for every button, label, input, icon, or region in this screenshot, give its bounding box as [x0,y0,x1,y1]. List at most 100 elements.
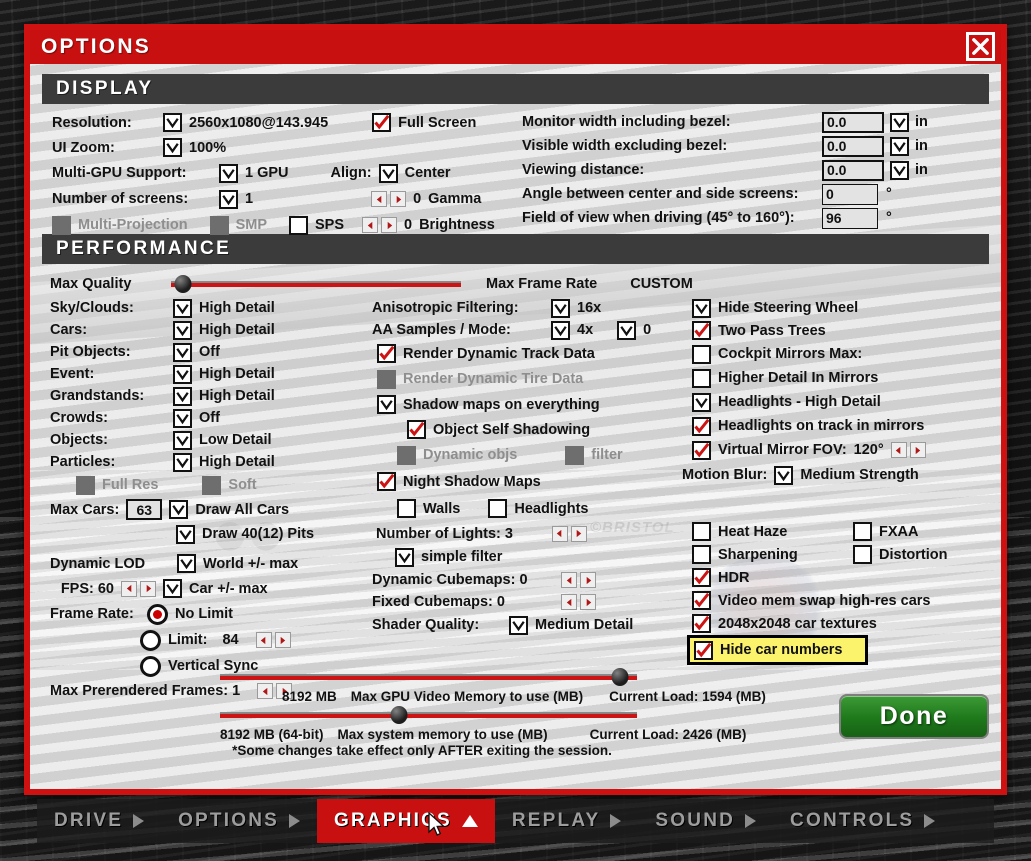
brightness-increment-button[interactable] [381,217,397,233]
pit-objects-dropdown[interactable] [173,342,192,362]
limit-increment-button[interactable] [274,632,291,648]
sps-checkbox[interactable] [288,215,308,235]
aa-mode-dropdown[interactable] [617,320,637,340]
object-self-shadowing-checkbox[interactable] [407,420,426,439]
tab-replay[interactable]: REPLAY [495,799,639,843]
max-quality-slider[interactable] [171,274,461,293]
align-dropdown[interactable] [378,163,398,183]
gamma-increment-button[interactable] [390,191,407,207]
lights-decrement-button[interactable] [551,525,568,542]
close-button[interactable] [966,32,995,61]
slider-knob[interactable] [174,274,192,293]
fixed-cubemaps-increment-button[interactable] [580,594,596,610]
limit-decrement-button[interactable] [255,632,272,648]
dynamic-cubemaps-decrement-button[interactable] [561,572,577,588]
higher-detail-mirrors-checkbox[interactable] [692,368,711,388]
dynamic-cubemaps-increment-button[interactable] [580,572,596,588]
gpu-memory-slider[interactable] [220,668,637,686]
particles-dropdown[interactable] [173,452,192,472]
headlights-shadow-checkbox[interactable] [488,499,508,518]
number-of-lights-spinner[interactable] [551,525,587,542]
world-lod-checkbox[interactable] [177,554,196,573]
gpu-slider-knob[interactable] [611,668,629,686]
headlights-high-detail-checkbox[interactable] [692,392,711,412]
two-pass-trees-checkbox[interactable] [692,321,711,340]
hdr-label: HDR [718,569,750,586]
objects-dropdown[interactable] [173,430,192,450]
distortion-checkbox[interactable] [853,545,872,564]
tab-graphics[interactable]: GRAPHICS [317,799,495,843]
ui-zoom-dropdown[interactable] [163,138,182,157]
draw-all-cars-checkbox[interactable] [169,500,189,519]
viewing-distance-field[interactable]: 0.0 [822,159,884,181]
fov-field[interactable]: 96 [822,207,878,229]
bottom-tab-bar: DRIVE OPTIONS GRAPHICS REPLAY SOUND CONTROLS [37,799,994,843]
fov-increment-button[interactable] [909,442,926,458]
night-shadow-maps-checkbox[interactable] [377,472,396,491]
draw-pits-checkbox[interactable] [176,524,195,544]
tab-drive[interactable]: DRIVE [37,799,161,843]
virtual-mirror-fov-spinner[interactable] [890,442,926,458]
shadow-filter-checkbox [565,445,585,465]
aa-samples-dropdown[interactable] [551,320,570,340]
shadow-maps-checkbox[interactable] [377,395,396,414]
anisotropic-filtering-dropdown[interactable] [551,298,570,318]
gamma-spinner[interactable] [371,191,407,207]
monitor-width-unit-dropdown[interactable] [890,112,909,132]
fov-decrement-button[interactable] [890,442,907,458]
viewing-distance-unit-dropdown[interactable] [890,160,909,180]
multi-gpu-dropdown[interactable] [219,163,238,183]
headlights-track-mirrors-checkbox[interactable] [692,416,711,436]
cars-dropdown[interactable] [173,320,192,340]
tab-sound[interactable]: SOUND [638,799,773,843]
fps-decrement-button[interactable] [121,580,137,597]
max-cars-field[interactable]: 63 [126,499,163,520]
frame-rate-no-limit-radio[interactable] [147,603,168,625]
number-of-lights-label: Number of Lights: 3 [376,525,513,542]
walls-checkbox[interactable] [397,499,416,518]
cockpit-mirrors-checkbox[interactable] [692,344,711,364]
lights-increment-button[interactable] [570,525,587,542]
system-memory-slider[interactable] [220,706,637,724]
fixed-cubemaps-decrement-button[interactable] [561,594,577,610]
crowds-dropdown[interactable] [173,408,192,428]
hide-steering-wheel-checkbox[interactable] [692,298,711,318]
video-mem-swap-checkbox[interactable] [692,591,711,610]
fixed-cubemaps-spinner[interactable] [561,594,596,610]
virtual-mirror-checkbox[interactable] [692,440,711,460]
gamma-decrement-button[interactable] [371,191,388,207]
event-dropdown[interactable] [173,364,192,384]
fps-increment-button[interactable] [140,580,156,597]
car-lod-checkbox[interactable] [163,579,182,598]
car-textures-checkbox[interactable] [692,614,711,633]
fxaa-checkbox[interactable] [853,522,872,541]
visible-width-field[interactable]: 0.0 [822,135,884,157]
sharpening-checkbox[interactable] [692,545,711,564]
number-of-screens-dropdown[interactable] [219,189,238,209]
full-screen-checkbox[interactable] [372,113,392,132]
tab-controls[interactable]: CONTROLS [773,799,952,843]
frame-rate-limit-radio[interactable] [140,629,161,651]
brightness-decrement-button[interactable] [362,217,378,233]
shader-quality-dropdown[interactable] [509,615,528,635]
monitor-width-field[interactable]: 0.0 [822,111,884,133]
hide-car-numbers-checkbox[interactable] [694,640,713,660]
angle-field[interactable]: 0 [822,183,878,205]
visible-width-label: Visible width excluding bezel: [522,138,728,154]
limit-spinner[interactable] [255,632,291,648]
heat-haze-checkbox[interactable] [692,522,711,541]
visible-width-unit-dropdown[interactable] [890,136,909,156]
system-slider-knob[interactable] [390,706,408,724]
fps-spinner[interactable] [121,580,156,597]
brightness-spinner[interactable] [362,217,397,233]
hdr-checkbox[interactable] [692,568,711,587]
grandstands-dropdown[interactable] [173,386,192,406]
resolution-dropdown[interactable] [163,113,182,132]
tab-options[interactable]: OPTIONS [161,799,317,843]
render-dynamic-track-data-checkbox[interactable] [377,344,396,363]
dynamic-cubemaps-spinner[interactable] [561,572,596,588]
motion-blur-dropdown[interactable] [774,465,794,485]
sky-clouds-dropdown[interactable] [173,298,192,318]
hide-car-numbers-row[interactable]: Hide car numbers [687,635,868,665]
simple-filter-checkbox[interactable] [395,547,414,567]
